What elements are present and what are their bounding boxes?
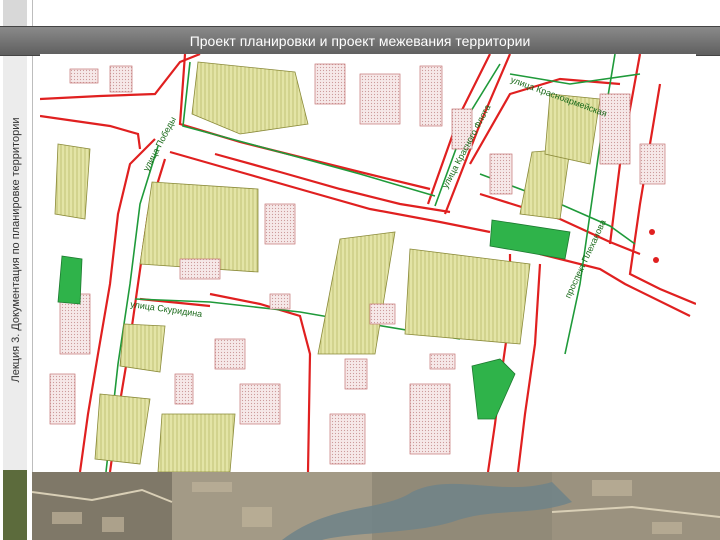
title-bar: Проект планировки и проект межевания тер… <box>0 26 720 56</box>
satellite-strip <box>32 472 720 540</box>
building <box>239 383 281 425</box>
map-marker <box>649 229 655 235</box>
planning-map: улица Победы улица Скуридина улица Красн… <box>39 52 697 473</box>
land-plot <box>94 393 151 465</box>
building <box>419 65 443 127</box>
building <box>174 373 194 405</box>
building <box>639 143 666 185</box>
map-canvas: улица Победы улица Скуридина улица Красн… <box>39 52 697 473</box>
building <box>369 303 396 325</box>
building <box>329 413 366 465</box>
land-plot <box>404 248 531 345</box>
sidebar-bottom-block <box>3 470 27 540</box>
building <box>359 73 401 125</box>
building <box>429 353 456 370</box>
building <box>49 373 76 425</box>
sidebar-lecture-label: Лекция 3. Документация по планировке тер… <box>10 117 22 383</box>
building <box>109 65 133 93</box>
building <box>599 93 631 165</box>
building <box>314 63 346 105</box>
building <box>69 68 99 84</box>
green-area <box>57 255 83 305</box>
sidebar: Лекция 3. Документация по планировке тер… <box>0 0 33 540</box>
map-marker <box>653 257 659 263</box>
building <box>179 258 221 280</box>
land-plot <box>157 413 236 473</box>
building <box>269 293 291 310</box>
building <box>344 358 368 390</box>
building <box>264 203 296 245</box>
land-plot <box>119 323 166 373</box>
land-plot <box>139 181 259 273</box>
sidebar-top-block <box>3 0 27 26</box>
building <box>214 338 246 370</box>
satellite-image <box>32 472 720 540</box>
building <box>489 153 513 195</box>
building <box>409 383 451 455</box>
page-title: Проект планировки и проект межевания тер… <box>189 33 531 49</box>
land-plot <box>54 143 91 220</box>
